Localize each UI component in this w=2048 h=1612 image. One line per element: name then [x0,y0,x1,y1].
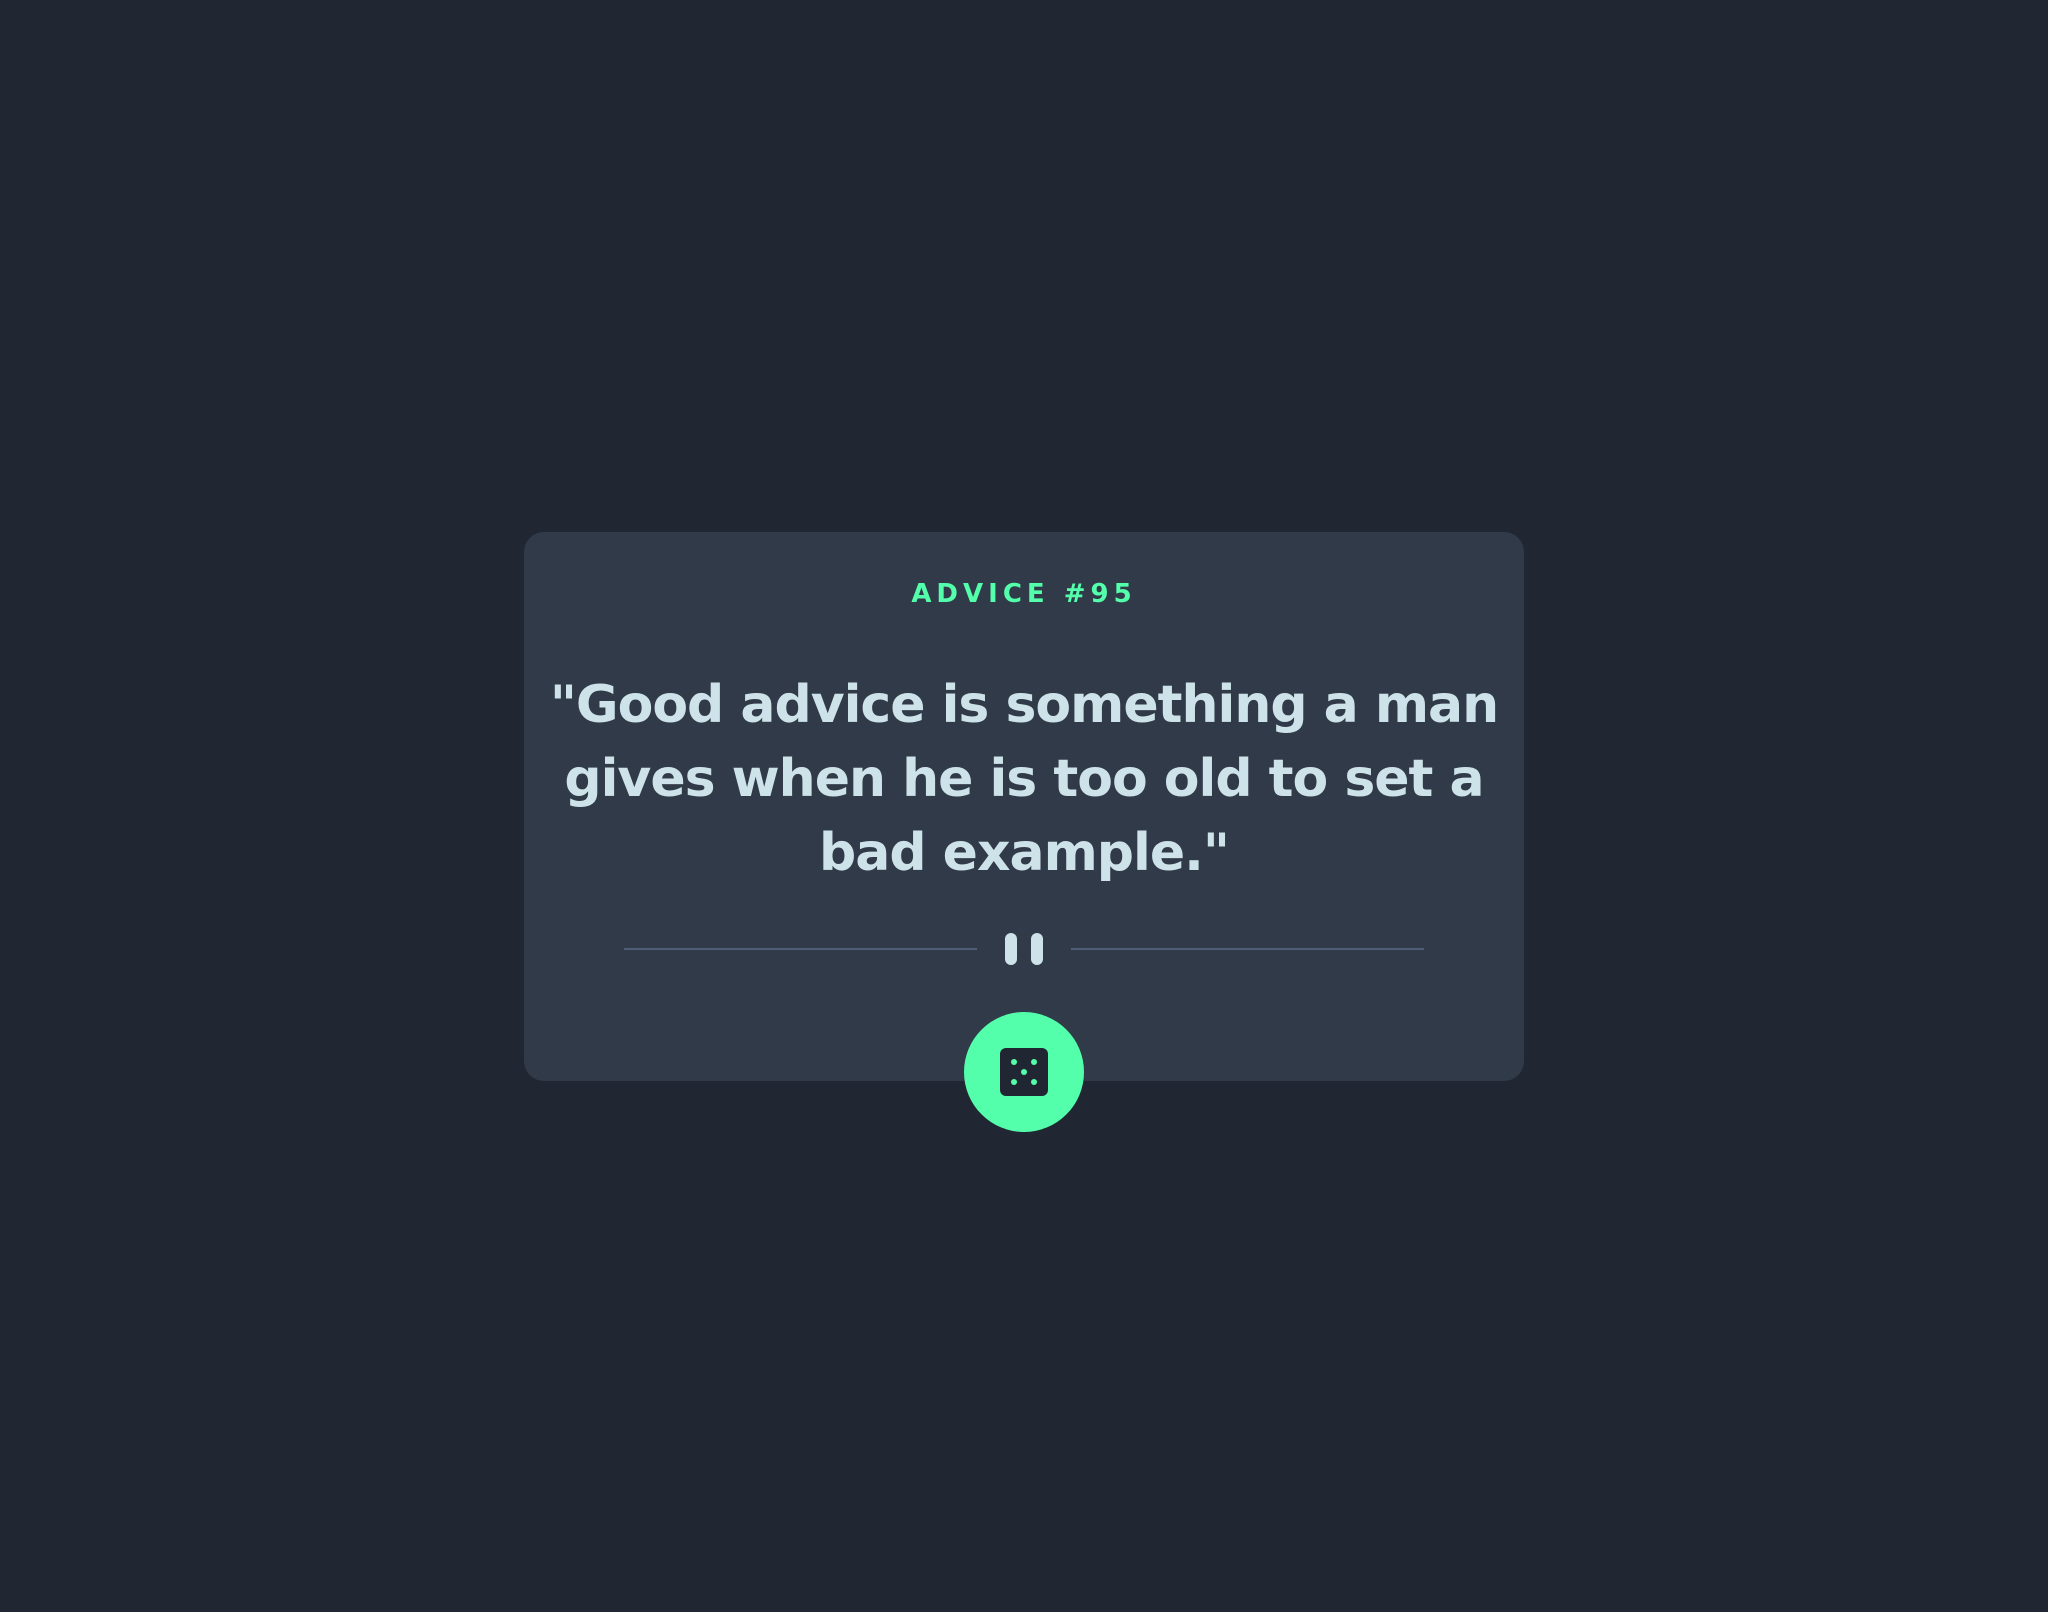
divider-line-right [1071,948,1424,950]
new-advice-button[interactable] [964,1012,1084,1132]
advice-card: ADVICE #95 "Good advice is something a m… [524,532,1524,1081]
advice-quote: "Good advice is something a man gives wh… [549,675,1499,883]
pause-icon [1005,933,1043,965]
divider [624,933,1424,965]
advice-number: ADVICE #95 [911,579,1137,609]
dice-icon [1000,1048,1048,1096]
divider-line-left [624,948,977,950]
